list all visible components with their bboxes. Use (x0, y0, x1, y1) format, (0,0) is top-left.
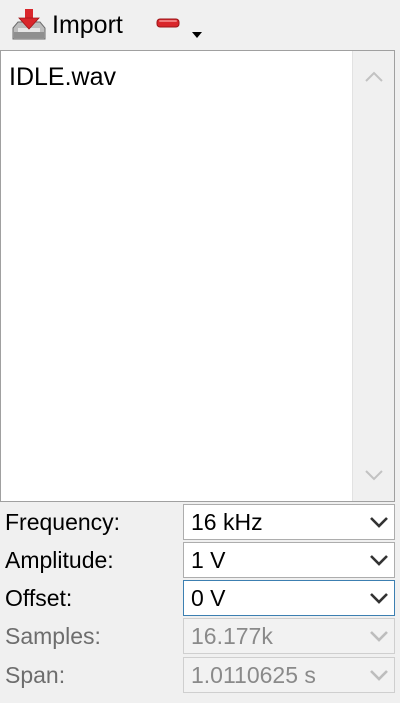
amplitude-select[interactable]: 1 V (183, 542, 395, 578)
offset-value: 0 V (191, 585, 226, 611)
chevron-down-icon (370, 593, 388, 604)
frequency-label: Frequency: (5, 509, 121, 535)
file-list[interactable]: IDLE.wav (0, 50, 395, 502)
import-button[interactable]: Import (10, 6, 123, 44)
chevron-down-icon (370, 670, 388, 681)
amplitude-row: Amplitude: 1 V (0, 541, 400, 579)
span-label: Span: (5, 662, 66, 688)
chevron-down-icon (370, 517, 388, 528)
samples-label: Samples: (5, 623, 101, 649)
minus-icon (156, 18, 180, 28)
vertical-scrollbar[interactable] (352, 51, 394, 501)
span-select: 1.0110625 s (183, 657, 395, 693)
chevron-down-icon (370, 555, 388, 566)
scroll-up-button[interactable] (353, 55, 395, 99)
import-tray-icon (12, 9, 46, 40)
amplitude-label: Amplitude: (5, 547, 114, 573)
frequency-select[interactable]: 16 kHz (183, 504, 395, 540)
file-list-item[interactable]: IDLE.wav (9, 62, 116, 92)
chevron-down-icon (370, 631, 388, 642)
frequency-value: 16 kHz (191, 509, 263, 535)
amplitude-value: 1 V (191, 547, 226, 573)
chevron-down-icon (365, 470, 383, 481)
chevron-up-icon (365, 71, 383, 82)
offset-label: Offset: (5, 585, 73, 611)
samples-row: Samples: 16.177k (0, 617, 400, 655)
import-label: Import (52, 10, 123, 39)
span-value: 1.0110625 s (191, 662, 316, 688)
offset-select[interactable]: 0 V (183, 580, 395, 616)
samples-value: 16.177k (191, 623, 273, 649)
span-row: Span: 1.0110625 s (0, 656, 400, 694)
remove-button[interactable] (154, 10, 210, 42)
scroll-down-button[interactable] (353, 453, 395, 497)
offset-row: Offset: 0 V (0, 579, 400, 617)
toolbar: Import (0, 0, 400, 50)
samples-select: 16.177k (183, 618, 395, 654)
frequency-row: Frequency: 16 kHz (0, 503, 400, 541)
triangle-down-icon[interactable] (192, 32, 202, 38)
